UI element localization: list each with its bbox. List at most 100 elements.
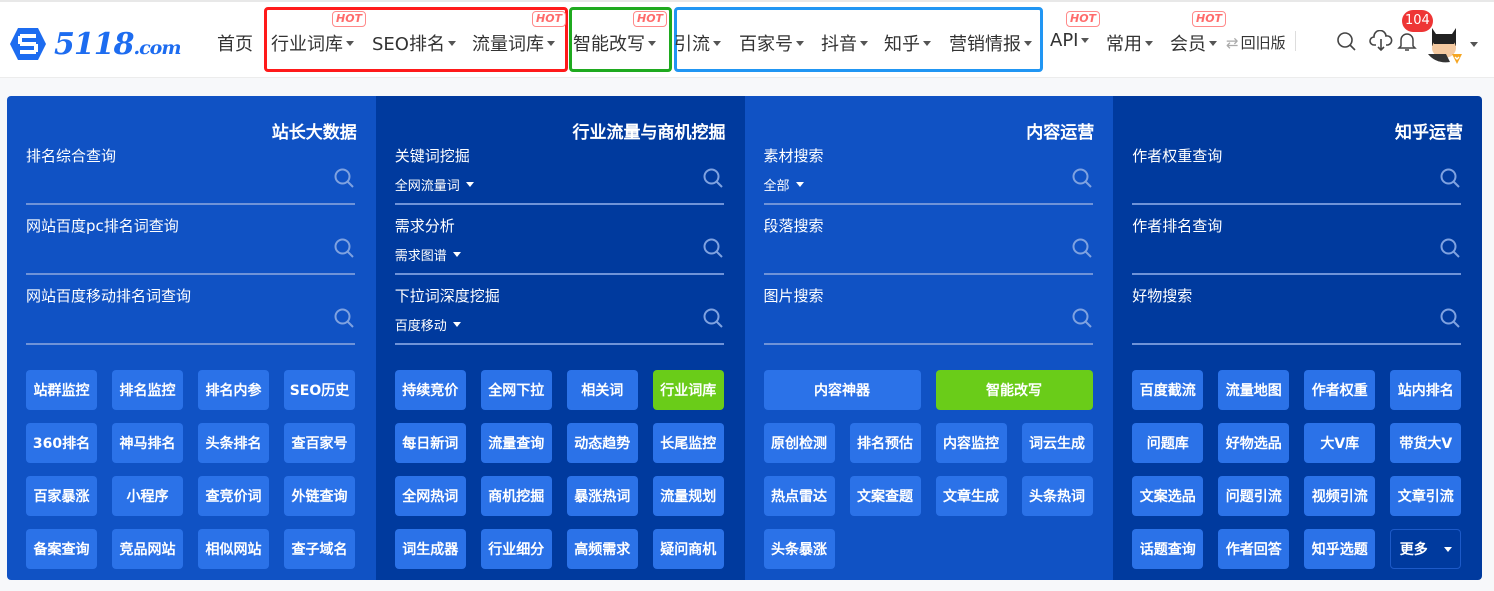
search-icon[interactable]: [702, 167, 724, 189]
tool-button[interactable]: 好物选品: [1218, 423, 1290, 463]
search-input[interactable]: [26, 307, 325, 341]
search-type-select[interactable]: 百度移动: [395, 315, 461, 334]
tool-button[interactable]: SEO历史: [284, 370, 355, 410]
tool-button[interactable]: 流量规划: [652, 476, 724, 516]
tool-button[interactable]: 文案选品: [1132, 476, 1204, 516]
nav-item[interactable]: 百家号: [739, 30, 804, 56]
tool-button[interactable]: 文章生成: [935, 476, 1007, 516]
tool-button[interactable]: 内容神器: [763, 370, 921, 410]
tool-button[interactable]: 话题查询: [1132, 529, 1204, 569]
tool-button[interactable]: 热点雷达: [763, 476, 835, 516]
tool-button[interactable]: 知乎选题: [1304, 529, 1376, 569]
search-input[interactable]: [1132, 237, 1432, 271]
tool-button[interactable]: 查百家号: [284, 423, 355, 463]
tool-button[interactable]: 360排名: [26, 423, 97, 463]
tool-button[interactable]: 头条暴涨: [763, 529, 835, 569]
nav-item[interactable]: SEO排名: [372, 30, 456, 56]
tool-button[interactable]: 大V库: [1304, 423, 1376, 463]
search-type-select[interactable]: 全部: [764, 175, 804, 194]
nav-item[interactable]: 知乎: [884, 30, 931, 56]
tool-button[interactable]: 作者权重: [1304, 370, 1376, 410]
tool-button[interactable]: 长尾监控: [652, 423, 724, 463]
more-dropdown-button[interactable]: 更多: [1390, 529, 1462, 569]
tool-button[interactable]: 词云生成: [1021, 423, 1093, 463]
tool-button[interactable]: 相似网站: [198, 529, 269, 569]
search-icon[interactable]: [1439, 237, 1461, 259]
tool-button[interactable]: 流量查询: [480, 423, 552, 463]
tool-button[interactable]: 词生成器: [394, 529, 466, 569]
nav-item[interactable]: 抖音: [821, 30, 868, 56]
tool-button[interactable]: 原创检测: [763, 423, 835, 463]
tool-button[interactable]: 竞品网站: [112, 529, 183, 569]
search-icon[interactable]: [333, 167, 355, 189]
search-type-select[interactable]: 全网流量词: [395, 175, 474, 194]
cloud-download-icon[interactable]: [1369, 29, 1393, 52]
tool-button[interactable]: 排名预估: [849, 423, 921, 463]
tool-button[interactable]: 内容监控: [935, 423, 1007, 463]
tool-button[interactable]: 全网下拉: [480, 370, 552, 410]
nav-item[interactable]: 常用: [1106, 30, 1153, 56]
tool-button[interactable]: 视频引流: [1304, 476, 1376, 516]
tool-button[interactable]: 问题库: [1132, 423, 1204, 463]
tool-button[interactable]: 行业细分: [480, 529, 552, 569]
tool-button[interactable]: 商机挖掘: [480, 476, 552, 516]
search-icon[interactable]: [1335, 30, 1357, 52]
nav-item[interactable]: 营销情报: [949, 30, 1032, 56]
nav-item[interactable]: 行业词库: [271, 30, 354, 56]
tool-button[interactable]: 全网热词: [394, 476, 466, 516]
search-icon[interactable]: [1071, 307, 1093, 329]
search-input[interactable]: [26, 237, 325, 271]
search-input[interactable]: [1132, 307, 1432, 341]
search-input[interactable]: [26, 167, 325, 201]
tool-button[interactable]: 排名监控: [112, 370, 183, 410]
bell-icon[interactable]: [1397, 30, 1419, 52]
tool-button[interactable]: 百家暴涨: [26, 476, 97, 516]
search-type-select[interactable]: 需求图谱: [395, 245, 461, 264]
tool-button[interactable]: 问题引流: [1218, 476, 1290, 516]
tool-button[interactable]: 智能改写: [935, 370, 1093, 410]
search-icon[interactable]: [1439, 167, 1461, 189]
tool-button[interactable]: 每日新词: [394, 423, 466, 463]
site-logo[interactable]: 5118.com: [8, 24, 181, 64]
nav-item[interactable]: 会员: [1170, 30, 1217, 56]
tool-button[interactable]: 作者回答: [1218, 529, 1290, 569]
nav-item[interactable]: API: [1050, 30, 1090, 51]
search-icon[interactable]: [702, 237, 724, 259]
search-icon[interactable]: [702, 307, 724, 329]
search-icon[interactable]: [333, 237, 355, 259]
search-icon[interactable]: [1439, 307, 1461, 329]
tool-button[interactable]: 持续竞价: [394, 370, 466, 410]
tool-button[interactable]: 带货大V: [1390, 423, 1462, 463]
tool-button[interactable]: 高频需求: [566, 529, 638, 569]
search-input[interactable]: [763, 167, 1063, 201]
tool-button[interactable]: 站内排名: [1390, 370, 1462, 410]
tool-button[interactable]: 小程序: [112, 476, 183, 516]
tool-button[interactable]: 查竞价词: [198, 476, 269, 516]
old-version-link[interactable]: ⇄ 回旧版: [1226, 32, 1286, 53]
search-icon[interactable]: [1071, 167, 1093, 189]
tool-button[interactable]: 排名内参: [198, 370, 269, 410]
tool-button[interactable]: 查子域名: [284, 529, 355, 569]
search-input[interactable]: [763, 237, 1063, 271]
tool-button[interactable]: 备案查询: [26, 529, 97, 569]
nav-item[interactable]: 流量词库: [472, 30, 555, 56]
tool-button[interactable]: 文章引流: [1390, 476, 1462, 516]
tool-button[interactable]: 动态趋势: [566, 423, 638, 463]
nav-item[interactable]: 智能改写: [573, 30, 656, 56]
tool-button[interactable]: 相关词: [566, 370, 638, 410]
tool-button[interactable]: 流量地图: [1218, 370, 1290, 410]
search-input[interactable]: [1132, 167, 1432, 201]
tool-button[interactable]: 神马排名: [112, 423, 183, 463]
search-icon[interactable]: [1071, 237, 1093, 259]
tool-button[interactable]: 疑问商机: [652, 529, 724, 569]
tool-button[interactable]: 文案查题: [849, 476, 921, 516]
search-input[interactable]: [763, 307, 1063, 341]
tool-button[interactable]: 头条排名: [198, 423, 269, 463]
tool-button[interactable]: 站群监控: [26, 370, 97, 410]
tool-button[interactable]: 暴涨热词: [566, 476, 638, 516]
avatar[interactable]: [1426, 24, 1462, 64]
tool-button[interactable]: 外链查询: [284, 476, 355, 516]
nav-item[interactable]: 引流: [674, 30, 721, 56]
tool-button[interactable]: 头条热词: [1021, 476, 1093, 516]
nav-item[interactable]: 首页: [217, 30, 253, 56]
